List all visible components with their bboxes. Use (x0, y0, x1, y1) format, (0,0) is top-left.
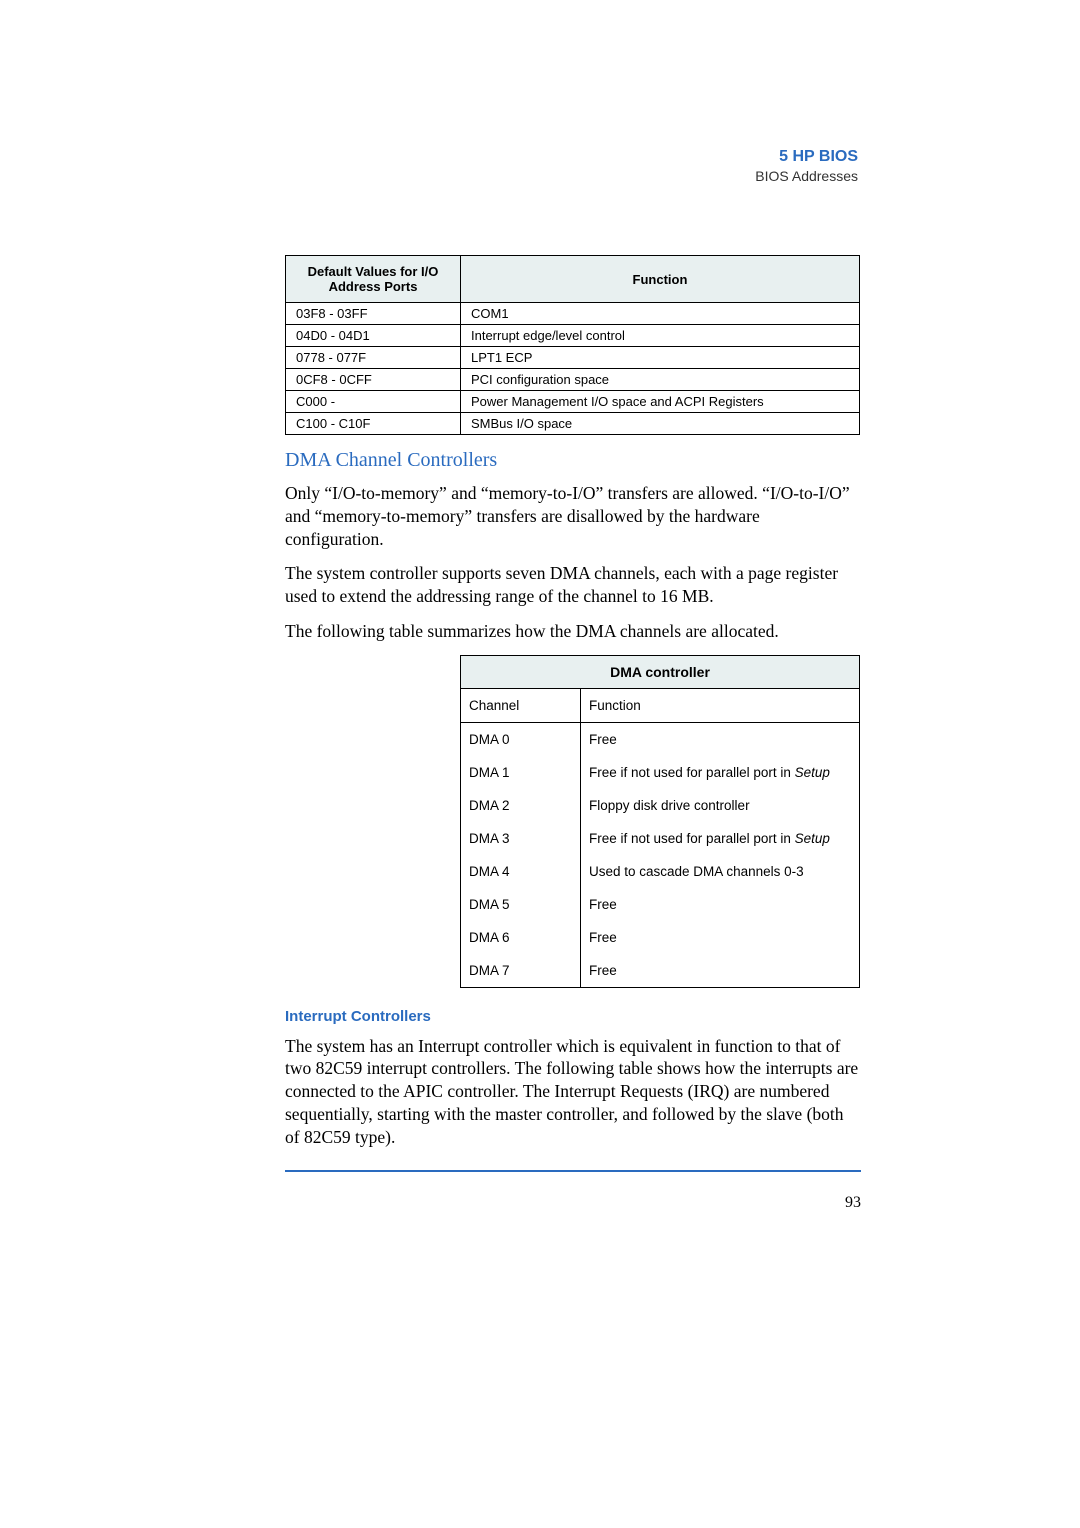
table-row: 03F8 - 03FFCOM1 (286, 303, 860, 325)
dma-channel: DMA 0 (461, 722, 581, 756)
dma-subhead-channel: Channel (461, 688, 581, 722)
dma-channel: DMA 2 (461, 789, 581, 822)
dma-channel: DMA 3 (461, 822, 581, 855)
dma-func: Floppy disk drive controller (581, 789, 860, 822)
table-row: C100 - C10FSMBus I/O space (286, 413, 860, 435)
io-table-header-ports: Default Values for I/O Address Ports (286, 256, 461, 303)
dma-func: Free (581, 722, 860, 756)
interrupt-heading: Interrupt Controllers (285, 1008, 940, 1025)
io-port: C000 - (286, 391, 461, 413)
io-port: 03F8 - 03FF (286, 303, 461, 325)
io-table-header-function: Function (461, 256, 860, 303)
body-paragraph: Only “I/O-to-memory” and “memory-to-I/O”… (285, 482, 860, 550)
page-header: 5 HP BIOS BIOS Addresses (755, 148, 858, 184)
table-row: DMA 6Free (461, 921, 860, 954)
dma-func: Free (581, 888, 860, 921)
io-port: C100 - C10F (286, 413, 461, 435)
dma-channel: DMA 1 (461, 756, 581, 789)
dma-controller-table: DMA controller Channel Function DMA 0Fre… (460, 655, 860, 988)
table-row: C000 -Power Management I/O space and ACP… (286, 391, 860, 413)
dma-func: Free if not used for parallel port in Se… (581, 822, 860, 855)
table-row: Channel Function (461, 688, 860, 722)
io-func: Interrupt edge/level control (461, 325, 860, 347)
dma-heading: DMA Channel Controllers (285, 449, 940, 472)
dma-table-title: DMA controller (461, 655, 860, 688)
table-row: DMA 5Free (461, 888, 860, 921)
dma-channel: DMA 7 (461, 954, 581, 988)
table-row: DMA 7Free (461, 954, 860, 988)
io-address-table: Default Values for I/O Address Ports Fun… (285, 255, 860, 435)
dma-channel: DMA 4 (461, 855, 581, 888)
io-port: 0778 - 077F (286, 347, 461, 369)
footer-divider (285, 1170, 861, 1172)
io-func: LPT1 ECP (461, 347, 860, 369)
table-row: DMA 1Free if not used for parallel port … (461, 756, 860, 789)
io-port: 0CF8 - 0CFF (286, 369, 461, 391)
dma-func: Free (581, 954, 860, 988)
body-paragraph: The following table summarizes how the D… (285, 620, 860, 643)
body-paragraph: The system controller supports seven DMA… (285, 562, 860, 608)
dma-func: Free (581, 921, 860, 954)
table-row: 0CF8 - 0CFFPCI configuration space (286, 369, 860, 391)
io-func: PCI configuration space (461, 369, 860, 391)
section-label: BIOS Addresses (755, 168, 858, 184)
dma-func: Free if not used for parallel port in Se… (581, 756, 860, 789)
dma-channel: DMA 6 (461, 921, 581, 954)
dma-subhead-function: Function (581, 688, 860, 722)
chapter-label: 5 HP BIOS (755, 148, 858, 166)
page-number: 93 (285, 1194, 861, 1212)
table-row: DMA 0Free (461, 722, 860, 756)
table-row: 04D0 - 04D1Interrupt edge/level control (286, 325, 860, 347)
dma-func: Used to cascade DMA channels 0-3 (581, 855, 860, 888)
table-row: DMA 2Floppy disk drive controller (461, 789, 860, 822)
table-row: DMA 3Free if not used for parallel port … (461, 822, 860, 855)
io-func: SMBus I/O space (461, 413, 860, 435)
io-port: 04D0 - 04D1 (286, 325, 461, 347)
table-row: 0778 - 077FLPT1 ECP (286, 347, 860, 369)
body-paragraph: The system has an Interrupt controller w… (285, 1035, 860, 1149)
io-func: COM1 (461, 303, 860, 325)
dma-channel: DMA 5 (461, 888, 581, 921)
table-row: DMA 4Used to cascade DMA channels 0-3 (461, 855, 860, 888)
io-func: Power Management I/O space and ACPI Regi… (461, 391, 860, 413)
page-content: Default Values for I/O Address Ports Fun… (285, 255, 940, 1212)
